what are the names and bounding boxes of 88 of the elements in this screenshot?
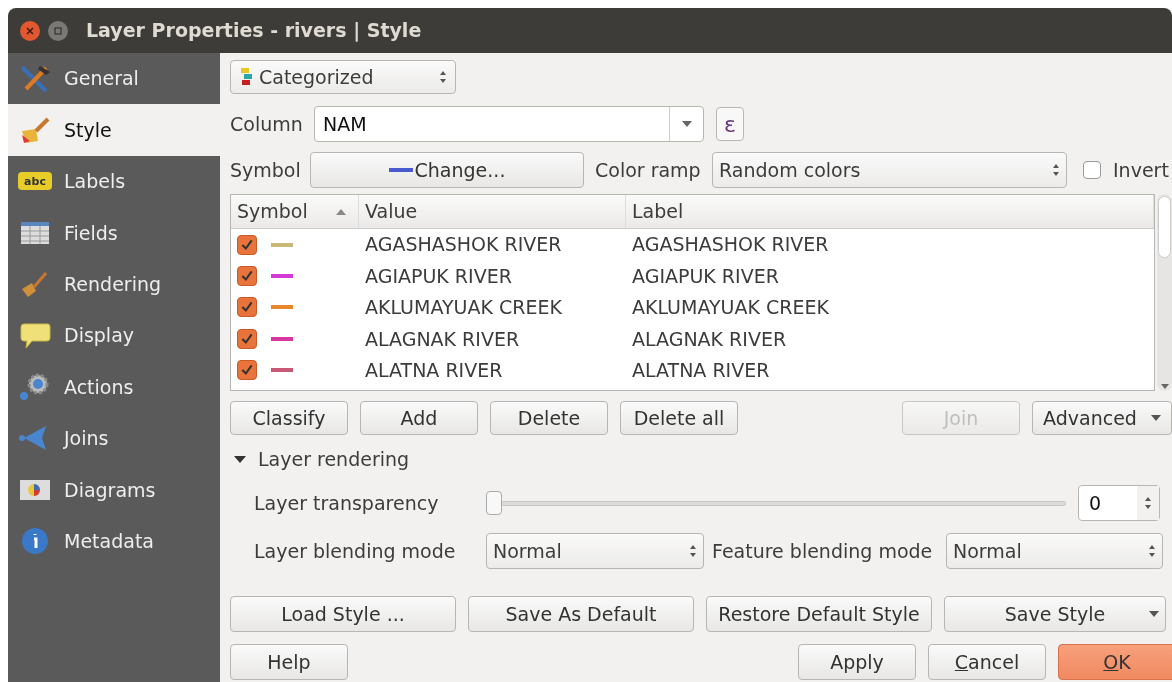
symbol-label: Symbol <box>230 157 302 183</box>
classification-button[interactable]: Classify <box>230 401 348 435</box>
checkmark-icon <box>240 269 254 284</box>
sidebar-item[interactable]: Style <box>8 104 220 156</box>
scroll-down-icon <box>1160 384 1169 389</box>
dialog-button[interactable]: Help <box>230 644 348 680</box>
dialog-button[interactable]: Cancel <box>928 644 1046 680</box>
row-checkbox[interactable] <box>237 234 257 255</box>
vertical-scrollbar[interactable] <box>1157 194 1172 391</box>
speech-bubble-icon <box>18 320 52 351</box>
layer-blending-label: Layer blending mode <box>254 538 457 564</box>
spin-arrows-icon <box>1052 163 1060 177</box>
feature-blending-dropdown[interactable]: Normal <box>946 533 1163 569</box>
sidebar-item[interactable]: Actions <box>8 361 220 413</box>
sidebar-item[interactable]: General <box>8 53 220 105</box>
slider-handle[interactable] <box>486 491 502 515</box>
table-cell-text: AGIAPUK RIVER <box>631 263 779 289</box>
sidebar-item[interactable]: Display <box>8 309 220 362</box>
column-header[interactable]: Label <box>626 195 1154 228</box>
style-button[interactable]: Load Style ... <box>230 596 456 632</box>
row-checkbox[interactable] <box>237 360 257 381</box>
table-cell-text: AKLUMAYUAK CREEK <box>631 295 829 321</box>
sidebar-item[interactable]: abc Labels <box>8 155 220 208</box>
transparency-label: Layer transparency <box>254 490 440 516</box>
table-cell-text: ALATNA RIVER <box>631 358 770 383</box>
color-ramp-label: Color ramp <box>595 157 702 183</box>
change-symbol-button[interactable]: Change... <box>310 152 584 188</box>
checkmark-icon <box>240 363 254 378</box>
row-checkbox[interactable] <box>237 266 257 287</box>
maximize-button[interactable] <box>48 20 68 41</box>
sidebar-item[interactable]: Rendering <box>8 258 220 310</box>
collapse-arrow-icon <box>234 453 246 465</box>
color-ramp-dropdown[interactable]: Random colors <box>712 152 1067 188</box>
dropdown-arrow-icon <box>681 121 692 127</box>
layer-rendering-toggle[interactable]: Layer rendering <box>230 445 1172 473</box>
table-cell-text: AGASHASHOK RIVER <box>631 232 829 258</box>
classification-button[interactable]: Delete <box>490 401 608 435</box>
spin-arrows-icon <box>439 70 447 84</box>
table-cell-text: AGIAPUK RIVER <box>364 263 513 289</box>
save-style-button[interactable]: Save Style <box>944 596 1166 632</box>
table-cell-text: AGASHASHOK RIVER <box>364 232 563 258</box>
invert-checkbox[interactable] <box>1083 161 1101 179</box>
dialog-button[interactable]: Apply <box>798 644 916 680</box>
sort-ascending-icon <box>336 208 346 215</box>
style-button[interactable]: Restore Default Style <box>706 596 932 632</box>
close-button[interactable] <box>20 20 40 41</box>
sidebar-item[interactable]: Joins <box>8 412 220 465</box>
line-symbol-icon <box>388 168 413 172</box>
sidebar-item[interactable]: Metadata <box>8 515 220 567</box>
checkmark-icon <box>240 331 254 346</box>
checkmark-icon <box>240 300 254 315</box>
layer-blending-dropdown[interactable]: Normal <box>486 533 704 569</box>
checkmark-icon <box>240 237 254 252</box>
sidebar-item[interactable]: Diagrams <box>8 464 220 516</box>
dropdown-arrow-icon <box>1149 611 1159 617</box>
maximize-icon <box>54 26 62 35</box>
spin-arrows-icon <box>1148 544 1156 558</box>
column-header[interactable]: Value <box>359 195 626 228</box>
style-button[interactable]: Save As Default <box>468 596 694 632</box>
renderer-dropdown[interactable]: Categorized <box>230 60 456 94</box>
classification-button[interactable]: Delete all <box>620 401 738 435</box>
sidebar-item[interactable]: Fields <box>8 207 220 259</box>
dropdown-arrow-icon <box>1150 415 1161 421</box>
table-cell-text: AKLUMAYUAK CREEK <box>364 295 563 321</box>
classification-button[interactable]: Add <box>360 401 478 435</box>
invert-label: Invert <box>1113 157 1169 183</box>
table-cell-text: ALATNA RIVER <box>364 358 504 383</box>
categorized-icon <box>239 68 253 86</box>
abc-tag-icon: abc <box>18 172 52 191</box>
window-title: Layer Properties - rivers | Style <box>86 18 422 44</box>
spin-arrows-icon <box>689 544 697 558</box>
transparency-slider[interactable] <box>486 491 1066 515</box>
column-label: Column <box>230 111 304 137</box>
table-cell-text: ALAGNAK RIVER <box>364 326 521 352</box>
spin-arrows-icon <box>1144 496 1152 510</box>
row-checkbox[interactable] <box>237 297 257 318</box>
close-icon <box>26 26 34 35</box>
tools-icon <box>18 63 52 94</box>
table-cell-text: ALAGNAK RIVER <box>631 326 787 352</box>
column-combobox[interactable]: NAM <box>314 106 704 142</box>
column-header[interactable]: Symbol <box>231 195 359 228</box>
feature-blending-label: Feature blending mode <box>712 538 934 564</box>
dialog-button[interactable]: OK <box>1058 644 1172 680</box>
expression-button[interactable]: ε <box>716 107 744 141</box>
transparency-spinbox[interactable]: 0 <box>1078 485 1160 521</box>
row-checkbox[interactable] <box>237 328 257 349</box>
scrollbar-thumb[interactable] <box>1158 196 1171 258</box>
advanced-button[interactable]: Advanced <box>1032 401 1172 435</box>
